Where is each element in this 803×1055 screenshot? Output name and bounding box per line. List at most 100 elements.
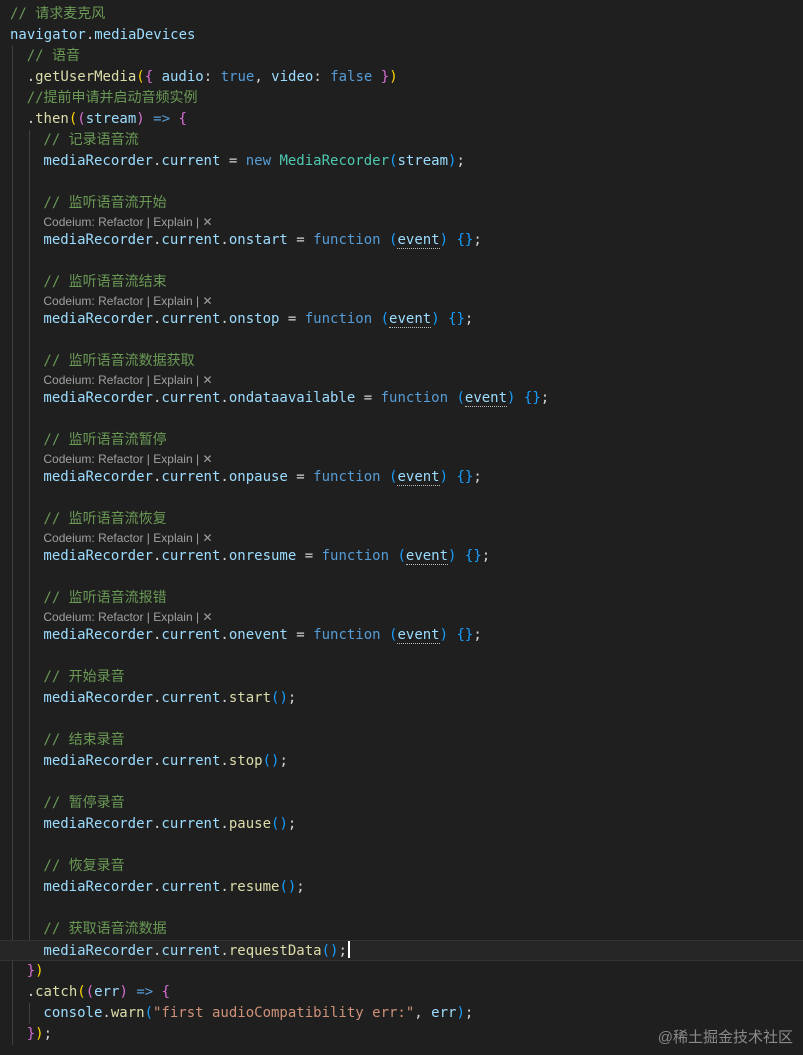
codelens-bar[interactable]: Codeium: Refactor | Explain | ✕: [0, 214, 803, 230]
code-token: ondataavailable: [228, 390, 356, 406]
code-token: .: [220, 390, 229, 406]
codelens-close-icon[interactable]: ✕: [202, 294, 212, 308]
code-token: current: [161, 232, 221, 248]
codelens-refactor-link[interactable]: Refactor: [98, 215, 143, 229]
code-line[interactable]: mediaRecorder.current.requestData();: [0, 940, 803, 961]
blank-line[interactable]: [0, 709, 803, 730]
code-line[interactable]: // 暂停录音: [0, 793, 803, 814]
code-token: mediaRecorder: [43, 311, 153, 327]
code-token: (: [85, 984, 95, 1000]
code-line[interactable]: console.warn("first audioCompatibility e…: [0, 1003, 803, 1024]
blank-line[interactable]: [0, 172, 803, 193]
code-line[interactable]: .getUserMedia({ audio: true, video: fals…: [0, 67, 803, 88]
codelens-explain-link[interactable]: Explain: [153, 531, 192, 545]
code-token: catch: [35, 984, 78, 1000]
code-line[interactable]: }): [0, 961, 803, 982]
code-line[interactable]: // 记录语音流: [0, 130, 803, 151]
code-token: // 监听语音流数据获取: [43, 353, 195, 369]
codelens-bar[interactable]: Codeium: Refactor | Explain | ✕: [0, 372, 803, 388]
code-line[interactable]: mediaRecorder.current.onpause = function…: [0, 467, 803, 488]
code-token: false: [330, 69, 373, 85]
codelens-separator: |: [146, 294, 150, 308]
codelens-explain-link[interactable]: Explain: [153, 215, 192, 229]
code-line[interactable]: mediaRecorder.current = new MediaRecorde…: [0, 151, 803, 172]
code-token: .: [220, 232, 229, 248]
code-line[interactable]: // 语音: [0, 46, 803, 67]
code-line[interactable]: mediaRecorder.current.onresume = functio…: [0, 546, 803, 567]
codelens-bar[interactable]: Codeium: Refactor | Explain | ✕: [0, 293, 803, 309]
codelens-bar[interactable]: Codeium: Refactor | Explain | ✕: [0, 451, 803, 467]
code-token: {}: [464, 548, 482, 564]
codelens-explain-link[interactable]: Explain: [153, 294, 192, 308]
codelens-close-icon[interactable]: ✕: [202, 373, 212, 387]
code-line[interactable]: mediaRecorder.current.onevent = function…: [0, 625, 803, 646]
blank-line[interactable]: [0, 898, 803, 919]
code-token: .: [220, 548, 229, 564]
codelens-refactor-link[interactable]: Refactor: [98, 531, 143, 545]
code-line[interactable]: // 开始录音: [0, 667, 803, 688]
code-line[interactable]: // 监听语音流报错: [0, 588, 803, 609]
codelens-explain-link[interactable]: Explain: [153, 610, 192, 624]
code-line[interactable]: mediaRecorder.current.start();: [0, 688, 803, 709]
code-line[interactable]: // 监听语音流结束: [0, 272, 803, 293]
blank-line[interactable]: [0, 835, 803, 856]
code-line[interactable]: .catch((err) => {: [0, 982, 803, 1003]
code-line[interactable]: //提前申请并启动音频实例: [0, 88, 803, 109]
code-token: ): [439, 627, 449, 643]
code-line[interactable]: .then((stream) => {: [0, 109, 803, 130]
blank-line[interactable]: [0, 567, 803, 588]
code-editor[interactable]: // 请求麦克风 navigator.mediaDevices// 语音 .getU…: [0, 0, 803, 1055]
code-line[interactable]: // 恢复录音: [0, 856, 803, 877]
code-token: (): [262, 753, 280, 769]
blank-line[interactable]: [0, 251, 803, 272]
blank-line[interactable]: [0, 772, 803, 793]
code-token: err: [94, 984, 120, 1000]
code-line[interactable]: // 监听语音流暂停: [0, 430, 803, 451]
code-line[interactable]: // 监听语音流数据获取: [0, 351, 803, 372]
codelens-bar[interactable]: Codeium: Refactor | Explain | ✕: [0, 609, 803, 625]
code-line[interactable]: // 监听语音流恢复: [0, 509, 803, 530]
codelens-refactor-link[interactable]: Refactor: [98, 294, 143, 308]
code-line[interactable]: // 监听语音流开始: [0, 193, 803, 214]
code-token: MediaRecorder: [279, 153, 390, 169]
code-line[interactable]: mediaRecorder.current.onstart = function…: [0, 230, 803, 251]
code-token: {}: [456, 627, 474, 643]
code-token: .: [220, 943, 229, 959]
code-token: (): [271, 690, 288, 706]
codelens-close-icon[interactable]: ✕: [202, 452, 212, 466]
code-line[interactable]: // 请求麦克风: [0, 4, 803, 25]
code-line[interactable]: // 获取语音流数据: [0, 919, 803, 940]
code-token: stream: [397, 153, 449, 169]
code-line[interactable]: // 结束录音: [0, 730, 803, 751]
code-token: function: [313, 232, 390, 248]
code-line[interactable]: mediaRecorder.current.onstop = function …: [0, 309, 803, 330]
code-token: ): [136, 111, 145, 127]
codelens-explain-link[interactable]: Explain: [153, 452, 192, 466]
codelens-refactor-link[interactable]: Refactor: [98, 452, 143, 466]
codelens-close-icon[interactable]: ✕: [202, 215, 212, 229]
codelens-bar[interactable]: Codeium: Refactor | Explain | ✕: [0, 530, 803, 546]
code-token: =: [296, 548, 322, 564]
code-token: new: [245, 153, 280, 169]
blank-line[interactable]: [0, 330, 803, 351]
code-line[interactable]: mediaRecorder.current.stop();: [0, 751, 803, 772]
blank-line[interactable]: [0, 409, 803, 430]
codelens-close-icon[interactable]: ✕: [202, 610, 212, 624]
code-line[interactable]: mediaRecorder.current.ondataavailable = …: [0, 388, 803, 409]
code-line[interactable]: navigator.mediaDevices: [0, 25, 803, 46]
code-token: ): [439, 232, 449, 248]
code-token: getUserMedia: [35, 69, 137, 85]
code-line[interactable]: mediaRecorder.current.pause();: [0, 814, 803, 835]
code-token: mediaRecorder: [43, 816, 153, 832]
codelens-refactor-link[interactable]: Refactor: [98, 373, 143, 387]
codelens-close-icon[interactable]: ✕: [202, 531, 212, 545]
code-token: {}: [456, 469, 474, 485]
code-token: // 监听语音流结束: [43, 274, 167, 290]
codelens-explain-link[interactable]: Explain: [153, 373, 192, 387]
blank-line[interactable]: [0, 488, 803, 509]
code-token: ;: [43, 1026, 52, 1042]
blank-line[interactable]: [0, 646, 803, 667]
code-line[interactable]: mediaRecorder.current.resume();: [0, 877, 803, 898]
codelens-refactor-link[interactable]: Refactor: [98, 610, 143, 624]
